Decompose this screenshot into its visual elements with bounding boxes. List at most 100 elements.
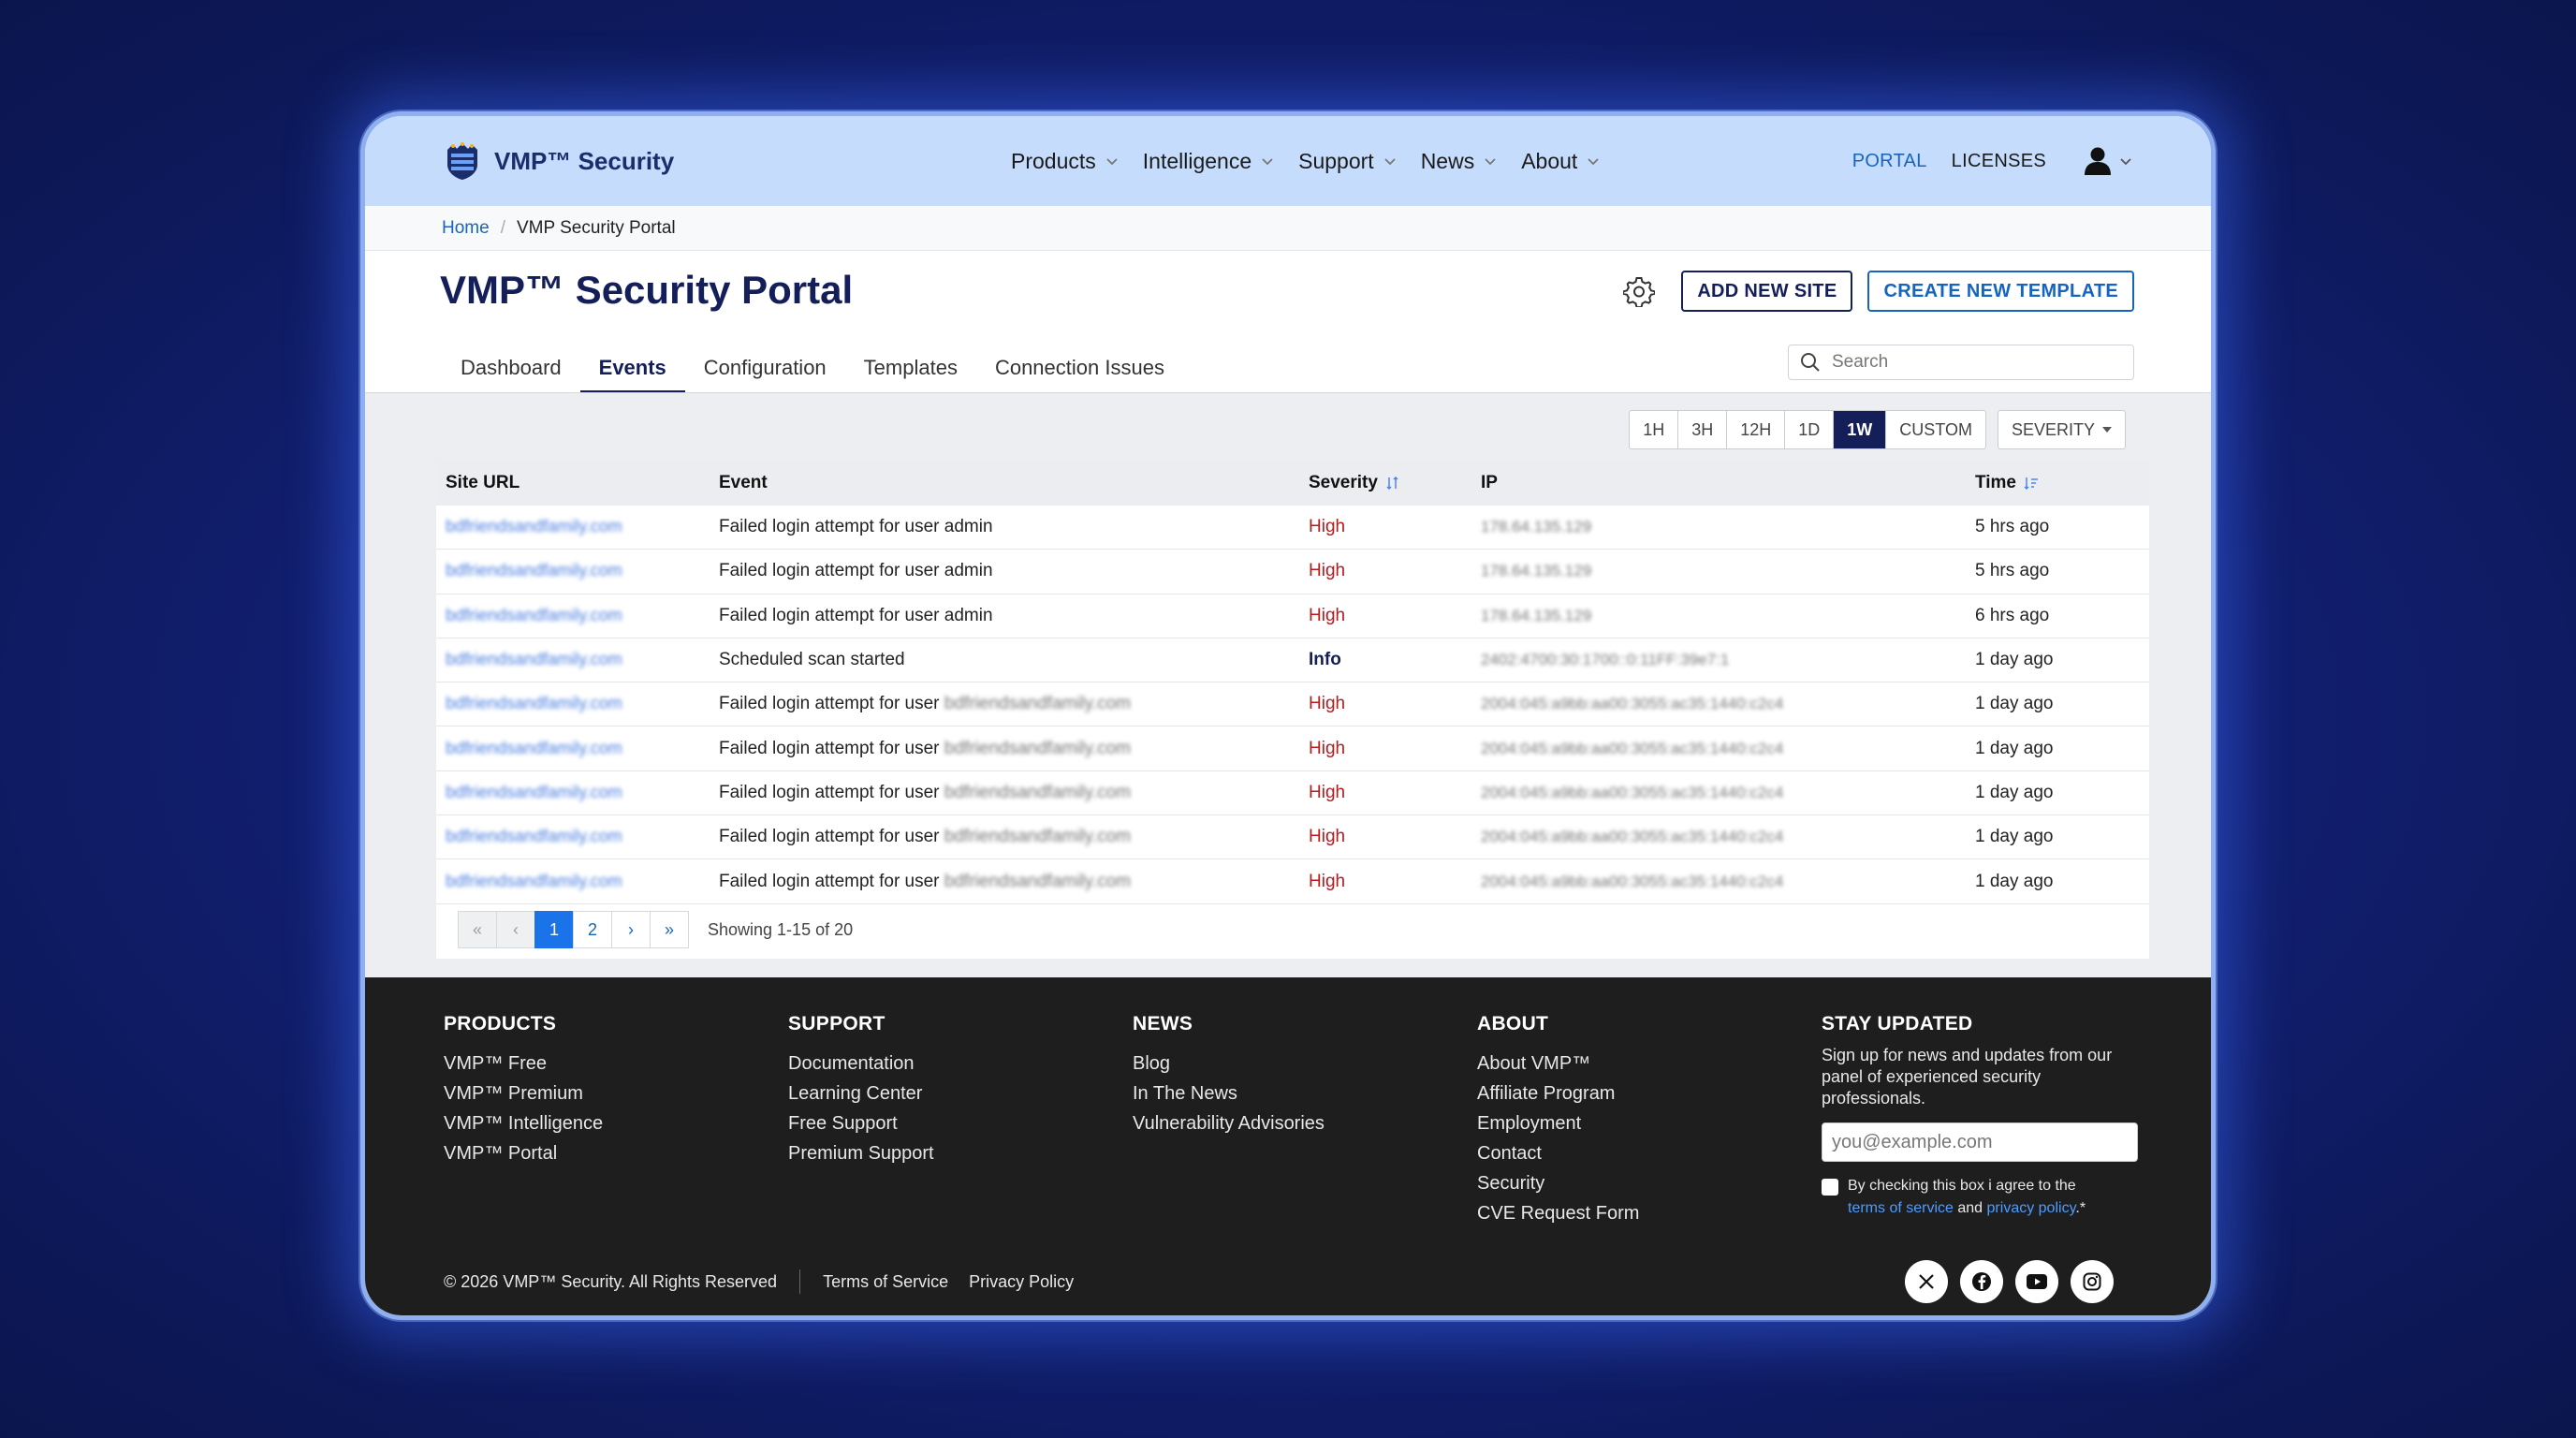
table-row[interactable]: bdfriendsandfamily.com Failed login attem… (436, 771, 2149, 816)
cell-site-url[interactable]: bdfriendsandfamily.com (436, 739, 719, 759)
cell-site-url[interactable]: bdfriendsandfamily.com (436, 517, 719, 537)
page-2-button[interactable]: 2 (573, 911, 612, 948)
cell-site-url[interactable]: bdfriendsandfamily.com (436, 872, 719, 892)
severity-value: High (1309, 561, 1346, 581)
col-time[interactable]: Time (1975, 473, 2144, 493)
licenses-link[interactable]: LICENSES (1952, 151, 2046, 172)
footer-link-blog[interactable]: Blog (1133, 1049, 1325, 1078)
footer-link-vmp-portal[interactable]: VMP™ Portal (444, 1138, 603, 1168)
consent-checkbox[interactable] (1822, 1179, 1838, 1196)
site-url-link[interactable]: bdfriendsandfamily.com (446, 872, 622, 890)
tab-configuration[interactable]: Configuration (685, 343, 845, 393)
footer-link-free-support[interactable]: Free Support (788, 1108, 934, 1138)
footer-link-cve-request-form[interactable]: CVE Request Form (1477, 1198, 1639, 1228)
newsletter-email-input[interactable] (1822, 1123, 2138, 1162)
table-row[interactable]: bdfriendsandfamily.com Failed login attem… (436, 682, 2149, 727)
footer-privacy-link[interactable]: Privacy Policy (969, 1272, 1074, 1292)
nav-intelligence-label: Intelligence (1142, 148, 1252, 173)
footer-link-learning-center[interactable]: Learning Center (788, 1078, 934, 1108)
footer-link-security[interactable]: Security (1477, 1168, 1639, 1198)
search-input[interactable] (1832, 352, 2113, 373)
user-menu[interactable] (2084, 146, 2132, 176)
page-first-button[interactable]: « (458, 911, 497, 948)
footer-about-title: ABOUT (1477, 1013, 1549, 1034)
table-row[interactable]: bdfriendsandfamily.com Failed login attem… (436, 594, 2149, 638)
search-box[interactable] (1788, 345, 2134, 380)
nav-products[interactable]: Products (1011, 149, 1119, 174)
cell-site-url[interactable]: bdfriendsandfamily.com (436, 694, 719, 714)
range-1h[interactable]: 1H (1630, 411, 1679, 448)
site-url-link[interactable]: bdfriendsandfamily.com (446, 694, 622, 712)
time-value: 1 day ago (1975, 782, 2054, 802)
tab-dashboard[interactable]: Dashboard (442, 343, 580, 393)
range-1w[interactable]: 1W (1834, 411, 1887, 448)
footer-terms-link[interactable]: Terms of Service (823, 1272, 948, 1292)
site-url-link[interactable]: bdfriendsandfamily.com (446, 517, 622, 536)
footer-link-affiliate-program[interactable]: Affiliate Program (1477, 1078, 1639, 1108)
terms-of-service-link[interactable]: terms of service (1848, 1200, 1954, 1216)
site-url-link[interactable]: bdfriendsandfamily.com (446, 739, 622, 757)
cell-site-url[interactable]: bdfriendsandfamily.com (436, 561, 719, 581)
table-body: bdfriendsandfamily.com Failed login attem… (436, 506, 2149, 904)
range-1d[interactable]: 1D (1785, 411, 1835, 448)
footer-link-in-the-news[interactable]: In The News (1133, 1078, 1325, 1108)
consent-text: By checking this box i agree to the term… (1848, 1175, 2086, 1220)
nav-news[interactable]: News (1421, 149, 1498, 174)
cell-ip: 2004:045:a9bb:aa00:3055:ac35:1440:c2c4 (1481, 783, 1975, 803)
footer-link-vmp-intelligence[interactable]: VMP™ Intelligence (444, 1108, 603, 1138)
add-new-site-button[interactable]: ADD NEW SITE (1681, 271, 1853, 312)
nav-about[interactable]: About (1521, 149, 1600, 174)
site-url-link[interactable]: bdfriendsandfamily.com (446, 606, 622, 624)
nav-support[interactable]: Support (1298, 149, 1397, 174)
table-row[interactable]: bdfriendsandfamily.com Failed login attem… (436, 726, 2149, 771)
table-row[interactable]: bdfriendsandfamily.com Failed login attem… (436, 815, 2149, 860)
severity-dropdown[interactable]: SEVERITY (1997, 410, 2126, 449)
table-row[interactable]: bdfriendsandfamily.com Failed login attem… (436, 506, 2149, 550)
cell-site-url[interactable]: bdfriendsandfamily.com (436, 650, 719, 670)
cell-site-url[interactable]: bdfriendsandfamily.com (436, 827, 719, 847)
page-1-button[interactable]: 1 (534, 911, 574, 948)
facebook-button[interactable] (1960, 1260, 2003, 1303)
footer-link-vmp-free[interactable]: VMP™ Free (444, 1049, 603, 1078)
table-row[interactable]: bdfriendsandfamily.com Failed login attem… (436, 550, 2149, 594)
range-12h[interactable]: 12H (1727, 411, 1786, 448)
footer-link-documentation[interactable]: Documentation (788, 1049, 934, 1078)
cell-site-url[interactable]: bdfriendsandfamily.com (436, 783, 719, 803)
cell-ip: 178.64.135.129 (1481, 561, 1975, 581)
range-3h[interactable]: 3H (1678, 411, 1728, 448)
brand[interactable]: VMP™ Security (442, 137, 674, 185)
footer-link-vmp-premium[interactable]: VMP™ Premium (444, 1078, 603, 1108)
page-prev-button[interactable]: ‹ (496, 911, 535, 948)
site-url-link[interactable]: bdfriendsandfamily.com (446, 827, 622, 845)
footer-link-about-vmp[interactable]: About VMP™ (1477, 1049, 1639, 1078)
tab-connection-issues[interactable]: Connection Issues (976, 343, 1183, 393)
x-social-button[interactable] (1905, 1260, 1948, 1303)
page-last-button[interactable]: » (650, 911, 689, 948)
x-social-icon (1919, 1274, 1934, 1289)
youtube-button[interactable] (2015, 1260, 2058, 1303)
footer-link-premium-support[interactable]: Premium Support (788, 1138, 934, 1168)
gear-icon[interactable] (1623, 275, 1656, 307)
nav-intelligence[interactable]: Intelligence (1143, 149, 1274, 174)
page-next-button[interactable]: › (611, 911, 651, 948)
table-row[interactable]: bdfriendsandfamily.com Scheduled scan sta… (436, 638, 2149, 683)
table-row[interactable]: bdfriendsandfamily.com Failed login attem… (436, 859, 2149, 904)
site-url-link[interactable]: bdfriendsandfamily.com (446, 650, 622, 668)
tab-templates[interactable]: Templates (845, 343, 976, 393)
footer-link-contact[interactable]: Contact (1477, 1138, 1639, 1168)
tab-events[interactable]: Events (579, 343, 685, 393)
breadcrumb-home[interactable]: Home (442, 218, 490, 239)
col-severity[interactable]: Severity (1309, 473, 1481, 493)
site-url-link[interactable]: bdfriendsandfamily.com (446, 783, 622, 801)
footer-news: NEWS Blog In The News Vulnerability Advi… (1133, 1013, 1325, 1138)
footer-link-vulnerability-advisories[interactable]: Vulnerability Advisories (1133, 1108, 1325, 1138)
instagram-button[interactable] (2071, 1260, 2114, 1303)
portal-link[interactable]: PORTAL (1852, 151, 1927, 172)
site-url-link[interactable]: bdfriendsandfamily.com (446, 561, 622, 580)
create-new-template-button[interactable]: CREATE NEW TEMPLATE (1867, 271, 2134, 312)
cell-site-url[interactable]: bdfriendsandfamily.com (436, 606, 719, 626)
time-value: 1 day ago (1975, 827, 2054, 847)
footer-link-employment[interactable]: Employment (1477, 1108, 1639, 1138)
privacy-policy-link[interactable]: privacy policy (1987, 1200, 2076, 1216)
range-custom[interactable]: CUSTOM (1886, 411, 1985, 448)
